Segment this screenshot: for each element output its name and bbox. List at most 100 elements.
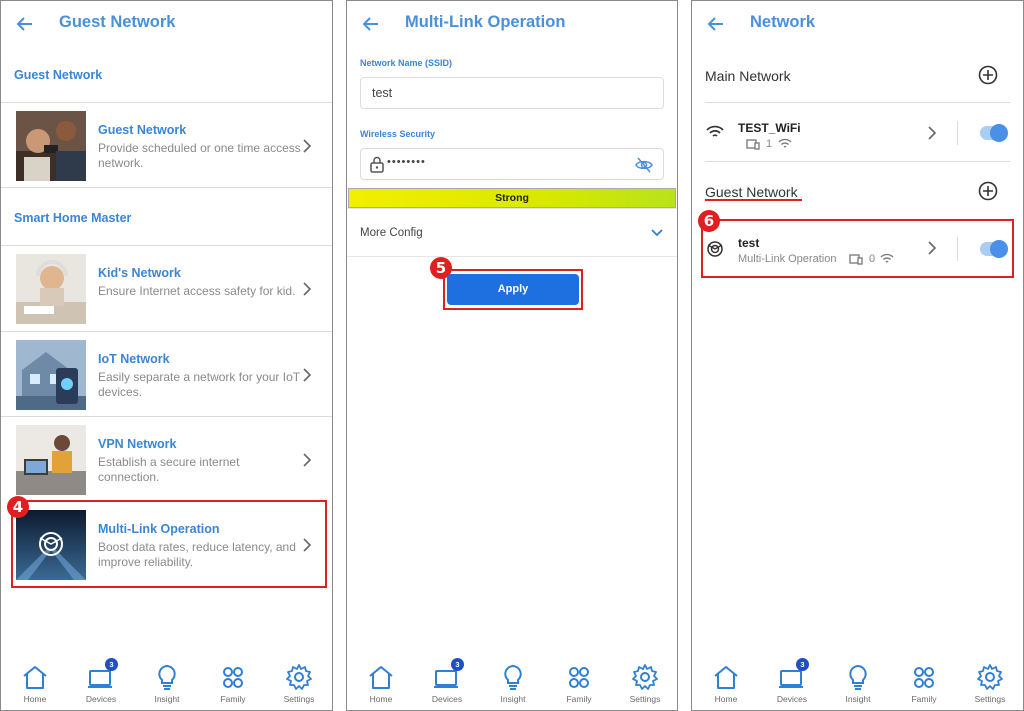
nav-label: Family — [911, 694, 937, 704]
nav-item-home[interactable]: Home — [5, 663, 65, 704]
devices-count-badge: 3 — [451, 658, 464, 671]
item-description: Provide scheduled or one time access net… — [98, 141, 301, 170]
section-title-guest-network: Guest Network — [705, 184, 798, 200]
nav-item-devices[interactable]: 3 Devices — [71, 658, 131, 704]
security-label: Wireless Security — [360, 129, 435, 139]
item-description: Ensure Internet access safety for kid. — [98, 284, 296, 298]
add-main-network-icon[interactable] — [978, 65, 998, 85]
gear-icon — [286, 664, 312, 690]
back-arrow-icon[interactable] — [706, 14, 726, 34]
section-title-main-network: Main Network — [705, 68, 791, 84]
chevron-right-icon — [303, 368, 312, 382]
nav-label: Family — [566, 694, 592, 704]
password-value: •••••••• — [387, 156, 426, 168]
family-icon — [569, 667, 589, 688]
main-network-row[interactable]: TEST_WiFi 1 — [692, 109, 1023, 159]
nav-label: Home — [23, 694, 47, 704]
highlight-box — [701, 219, 1014, 278]
nav-label: Settings — [283, 694, 315, 704]
highlight-box — [443, 269, 583, 310]
lightbulb-icon — [158, 664, 176, 690]
divider — [347, 256, 677, 257]
nav-label: Settings — [974, 694, 1006, 704]
vertical-divider — [957, 121, 958, 145]
wifi-icon — [706, 125, 724, 137]
page-title: Multi-Link Operation — [405, 13, 566, 31]
page-title: Guest Network — [59, 13, 176, 31]
divider — [347, 208, 677, 209]
back-arrow-icon[interactable] — [15, 14, 35, 34]
step-number-badge: 6 — [698, 210, 720, 232]
nav-item-home[interactable]: Home — [696, 663, 756, 704]
header: Guest Network — [1, 1, 332, 47]
family-icon — [223, 667, 243, 688]
main-network-toggle[interactable] — [980, 124, 1008, 142]
item-description: Easily separate a network for your IoT d… — [98, 370, 300, 399]
nav-item-insight[interactable]: Insight — [137, 663, 197, 704]
devices-icon: 3 — [87, 658, 118, 691]
highlight-box — [11, 500, 327, 588]
more-config-label: More Config — [360, 227, 423, 239]
underline-highlight — [705, 199, 802, 201]
nav-item-family[interactable]: Family — [549, 663, 609, 704]
ssid-input[interactable]: test — [360, 77, 664, 109]
page-title: Network — [750, 13, 816, 31]
nav-item-devices[interactable]: 3 Devices — [762, 658, 822, 704]
wifi-signal-icon — [778, 138, 792, 148]
bottom-nav: Home 3 Devices Insight Family Settings — [1, 658, 332, 710]
eye-off-icon[interactable] — [635, 157, 653, 173]
nav-label: Devices — [431, 694, 463, 704]
nav-label: Insight — [845, 694, 871, 704]
nav-item-family[interactable]: Family — [203, 663, 263, 704]
devices-count-badge: 3 — [796, 658, 809, 671]
item-title: IoT Network — [98, 352, 170, 366]
gear-icon — [977, 664, 1003, 690]
nav-item-home[interactable]: Home — [351, 663, 411, 704]
nav-item-settings[interactable]: Settings — [960, 663, 1020, 704]
gear-icon — [632, 664, 658, 690]
back-arrow-icon[interactable] — [361, 14, 381, 34]
nav-label: Insight — [500, 694, 526, 704]
section-title-smart-home: Smart Home Master — [14, 211, 132, 225]
list-item-iot-network[interactable]: IoT Network Easily separate a network fo… — [1, 332, 332, 416]
step-number-badge: 5 — [430, 257, 452, 279]
password-input[interactable]: •••••••• — [360, 148, 664, 180]
nav-label: Family — [220, 694, 246, 704]
chevron-down-icon[interactable] — [651, 229, 663, 237]
bottom-nav: Home 3 Devices Insight Family Settings — [692, 658, 1023, 710]
password-strength-bar: Strong — [348, 188, 676, 208]
nav-item-devices[interactable]: 3 Devices — [417, 658, 477, 704]
item-title: Guest Network — [98, 123, 187, 137]
divider — [1, 187, 332, 188]
bottom-nav: Home 3 Devices Insight Family Settings — [347, 658, 677, 710]
divider — [705, 102, 1010, 103]
chevron-right-icon[interactable] — [927, 126, 937, 140]
nav-label: Home — [369, 694, 393, 704]
ssid-label: Network Name (SSID) — [360, 58, 453, 68]
chevron-right-icon — [303, 282, 312, 296]
list-item-guest-network[interactable]: Guest Network Provide scheduled or one t… — [1, 103, 332, 187]
nav-item-settings[interactable]: Settings — [269, 663, 329, 704]
nav-item-insight[interactable]: Insight — [483, 663, 543, 704]
vpn-network-thumbnail — [16, 425, 86, 495]
item-description: Establish a secure internet connection. — [98, 455, 240, 484]
header: Multi-Link Operation — [347, 1, 677, 47]
divider — [705, 161, 1010, 162]
section-title-guest: Guest Network — [14, 68, 103, 82]
multi-link-operation-screen: Multi-Link Operation Network Name (SSID)… — [346, 0, 678, 711]
guest-network-thumbnail — [16, 111, 86, 181]
nav-item-family[interactable]: Family — [894, 663, 954, 704]
nav-item-insight[interactable]: Insight — [828, 663, 888, 704]
add-guest-network-icon[interactable] — [978, 181, 998, 201]
list-item-kids-network[interactable]: Kid's Network Ensure Internet access saf… — [1, 246, 332, 330]
network-screen: Network Main Network TEST_WiFi 1 Guest N… — [691, 0, 1024, 711]
item-title: VPN Network — [98, 437, 177, 451]
devices-icon: 3 — [778, 658, 809, 691]
kids-network-thumbnail — [16, 254, 86, 324]
header: Network — [692, 1, 1023, 47]
nav-label: Devices — [85, 694, 117, 704]
devices-icon: 3 — [433, 658, 464, 691]
list-item-vpn-network[interactable]: VPN Network Establish a secure internet … — [1, 417, 332, 501]
step-number-badge: 4 — [7, 496, 29, 518]
nav-item-settings[interactable]: Settings — [615, 663, 675, 704]
